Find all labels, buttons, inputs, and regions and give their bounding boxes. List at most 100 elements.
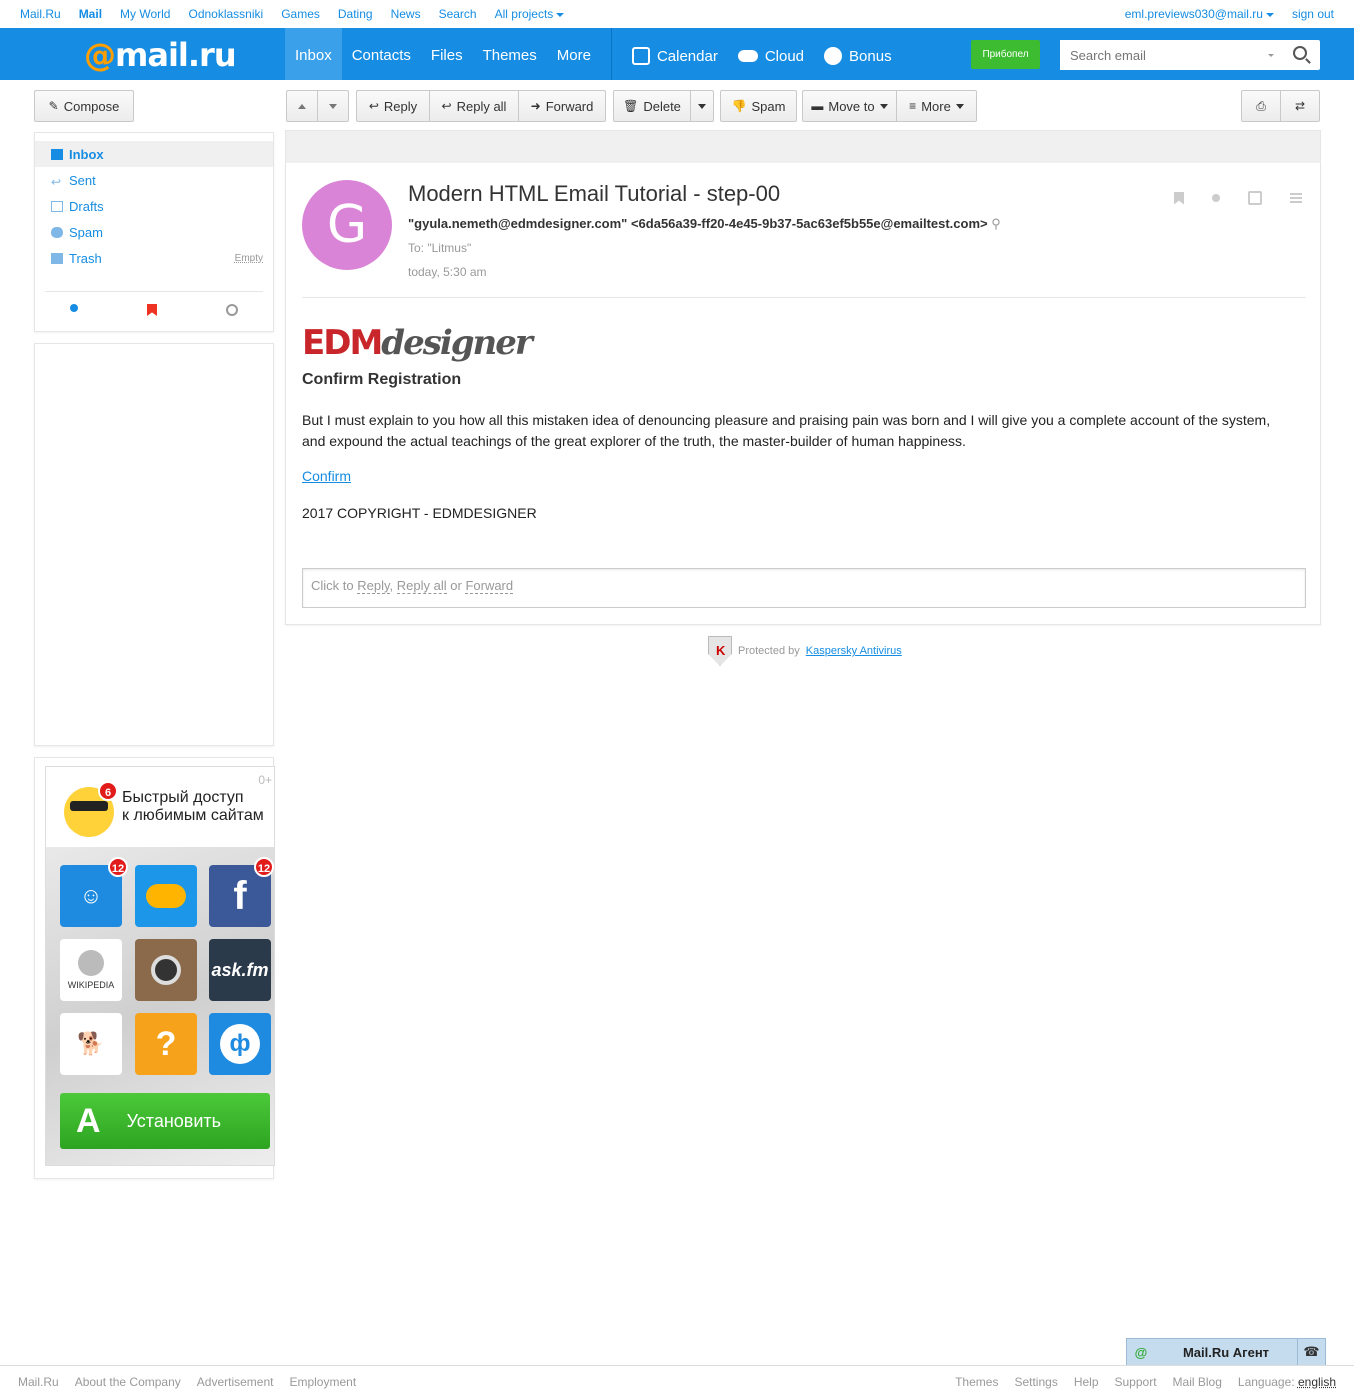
compose-button[interactable]: ✎ Compose (34, 90, 134, 122)
portal-link-mail[interactable]: Mail (79, 7, 102, 21)
list-icon: ≡ (909, 99, 917, 113)
percent-icon (824, 47, 843, 65)
message-divider (302, 297, 1306, 298)
portal-link-myworld[interactable]: My World (120, 7, 170, 21)
promo-button[interactable]: Прибопел (971, 40, 1040, 69)
portal-bar: Mail.Ru Mail My World Odnoklassniki Game… (0, 0, 1354, 28)
cloud-label: Cloud (764, 47, 805, 65)
calendar-icon[interactable] (1248, 191, 1262, 205)
ad-line-2: к любимым сайтам (122, 807, 264, 824)
portal-link-mailru[interactable]: Mail.Ru (20, 7, 61, 21)
folder-inbox[interactable]: Inbox (35, 141, 273, 167)
quick-reply-link[interactable]: Reply (357, 578, 390, 594)
footer-link-about[interactable]: About the Company (75, 1375, 181, 1389)
reply-button[interactable]: ↩ Reply (357, 91, 430, 121)
portal-link-dating[interactable]: Dating (338, 7, 373, 21)
protected-by-label: Protected by (738, 645, 800, 657)
nav-files[interactable]: Files (421, 28, 473, 80)
footer-link-support[interactable]: Support (1115, 1375, 1157, 1389)
print-button[interactable]: ⎙ (1242, 91, 1281, 121)
message-from: "gyula.nemeth@edmdesigner.com" <6da56a39… (408, 216, 1001, 232)
nav-more[interactable]: More (547, 28, 601, 80)
footer-link-advertisement[interactable]: Advertisement (197, 1375, 274, 1389)
folder-drafts-label: Drafts (69, 198, 104, 214)
logo-edm: EDM (302, 323, 383, 363)
portal-link-games[interactable]: Games (281, 7, 320, 21)
all-projects-label: All projects (494, 7, 554, 21)
folder-spam-label: Spam (69, 224, 103, 240)
attachment-filter-icon[interactable] (223, 301, 241, 319)
nav-cloud[interactable]: Cloud (728, 28, 814, 80)
confirm-link[interactable]: Confirm (302, 468, 351, 484)
menu-icon[interactable] (1290, 193, 1302, 203)
more-button[interactable]: ≡ More (897, 91, 976, 121)
chevron-down-icon (955, 103, 964, 109)
search-icon[interactable]: ⚲ (991, 216, 1001, 231)
sender-address[interactable]: "gyula.nemeth@edmdesigner.com" <6da56a39… (408, 216, 988, 231)
install-button[interactable]: A Установить (60, 1093, 270, 1149)
pencil-icon: ✎ (48, 99, 59, 113)
folder-trash[interactable]: Trash Empty (35, 245, 273, 271)
nav-themes[interactable]: Themes (473, 28, 547, 80)
tile-badge: 12 (108, 857, 128, 877)
folder-list-spacer (35, 133, 273, 141)
quick-reply-all-link[interactable]: Reply all (396, 578, 447, 594)
delete-button[interactable]: 🗑 Delete (614, 91, 691, 121)
search-options-caret-icon[interactable] (1268, 54, 1274, 57)
move-to-button[interactable]: ▬ Move to (803, 91, 897, 121)
prev-message-button[interactable] (287, 91, 318, 121)
quick-reply-box[interactable]: Click to Reply, Reply all or Forward (302, 568, 1306, 608)
pets-app-icon: 🐕 (60, 1013, 122, 1075)
spam-button[interactable]: 👎 Spam (720, 90, 797, 122)
folder-sent[interactable]: ↩ Sent (35, 167, 273, 193)
read-status-icon[interactable] (1212, 194, 1220, 202)
mailru-agent-bar[interactable]: @ Mail.Ru Агент ☎ (1126, 1338, 1326, 1366)
portal-link-odnoklassniki[interactable]: Odnoklassniki (188, 7, 263, 21)
folder-drafts[interactable]: Drafts (35, 193, 273, 219)
askfm-app-icon: ask.fm (209, 939, 271, 1001)
footer-link-blog[interactable]: Mail Blog (1173, 1375, 1222, 1389)
next-message-button[interactable] (318, 91, 348, 121)
nav-bonus[interactable]: Bonus (814, 28, 902, 80)
reply-all-button[interactable]: ↩ Reply all (430, 91, 519, 121)
nav-calendar[interactable]: Calendar (622, 28, 728, 80)
footer-link-mailru[interactable]: Mail.Ru (18, 1375, 59, 1389)
flagged-filter-icon[interactable] (146, 304, 157, 316)
flag-icon[interactable] (1174, 191, 1184, 205)
search-input[interactable] (1060, 40, 1260, 70)
folder-sent-label: Sent (69, 172, 96, 188)
ad-top: 6 Быстрый доступ к любимым сайтам 0+ (46, 767, 274, 847)
logo-at: @ (84, 36, 116, 74)
kaspersky-link[interactable]: Kaspersky Antivirus (806, 645, 902, 657)
delete-group: 🗑 Delete (613, 90, 714, 122)
user-email: eml.previews030@mail.ru (1124, 7, 1263, 21)
move-to-label: Move to (828, 98, 875, 114)
unread-filter-icon[interactable] (69, 304, 78, 312)
translate-button[interactable]: ⇄ (1281, 91, 1319, 121)
portal-link-news[interactable]: News (391, 7, 421, 21)
portal-link-search[interactable]: Search (439, 7, 477, 21)
footer-link-employment[interactable]: Employment (289, 1375, 356, 1389)
delete-options-button[interactable] (691, 91, 713, 121)
user-account-menu[interactable]: eml.previews030@mail.ru (1125, 7, 1274, 21)
quick-reply-prefix: Click to (311, 578, 354, 593)
phone-icon[interactable]: ☎ (1297, 1338, 1325, 1366)
nav-contacts[interactable]: Contacts (342, 28, 421, 80)
footer-link-themes[interactable]: Themes (955, 1375, 998, 1389)
empty-trash-link[interactable]: Empty (235, 253, 263, 264)
quick-access-ad[interactable]: 6 Быстрый доступ к любимым сайтам 0+ ☺ 12… (45, 766, 275, 1166)
main-header: @mail.ru Inbox Contacts Files Themes Mor… (0, 28, 1354, 80)
forward-button[interactable]: ➜ Forward (519, 91, 605, 121)
main-nav: Inbox Contacts Files Themes More Calenda… (285, 28, 902, 80)
nav-inbox[interactable]: Inbox (285, 28, 342, 80)
quick-forward-link[interactable]: Forward (465, 578, 514, 594)
sign-out-link[interactable]: sign out (1292, 7, 1334, 21)
footer-link-settings[interactable]: Settings (1014, 1375, 1057, 1389)
folder-spam[interactable]: Spam (35, 219, 273, 245)
portal-link-all-projects[interactable]: All projects (495, 7, 565, 21)
message-actions (1174, 191, 1302, 205)
mailru-logo[interactable]: @mail.ru (84, 36, 237, 74)
footer-link-help[interactable]: Help (1074, 1375, 1099, 1389)
search-icon[interactable] (1293, 46, 1307, 60)
language-value[interactable]: english (1298, 1375, 1336, 1389)
